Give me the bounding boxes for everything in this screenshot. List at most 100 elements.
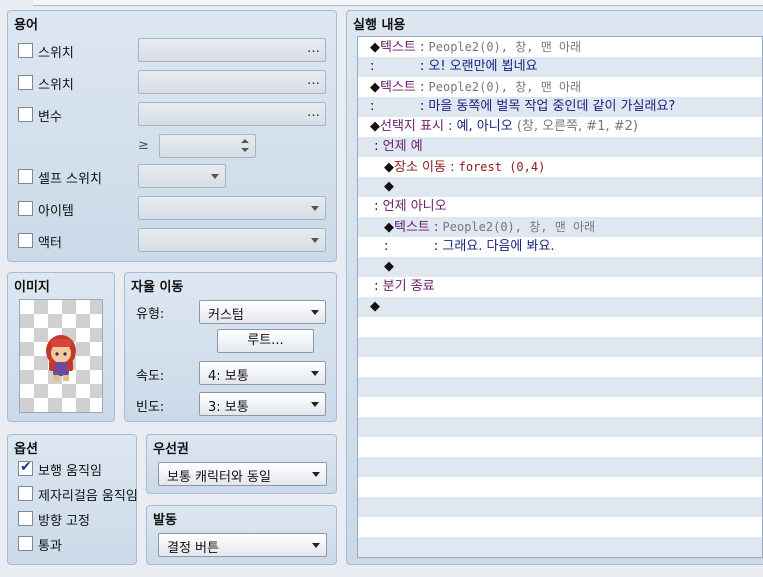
ellipsis-icon: …: [307, 41, 320, 56]
command-text-part: People2(0), 창, 맨 아래: [428, 40, 582, 54]
switch2-label: 스위치: [38, 78, 74, 93]
command-row[interactable]: [358, 417, 762, 437]
command-text-part: ◆: [384, 259, 394, 274]
command-row[interactable]: [358, 537, 762, 557]
variable-checkbox[interactable]: [18, 107, 33, 122]
command-text-part: 오! 오랜만에 뵙네요: [428, 59, 538, 74]
command-row[interactable]: [358, 317, 762, 337]
command-text-part: ◆: [370, 299, 380, 314]
command-row[interactable]: ◆텍스트 : People2(0), 창, 맨 아래: [358, 37, 762, 57]
command-row[interactable]: : 분기 종료: [358, 277, 762, 297]
spin-up-icon[interactable]: [241, 139, 249, 143]
command-text-part: 마을 동쪽에 벌목 작업 중인데 같이 가실래요?: [428, 99, 676, 114]
command-row[interactable]: [358, 377, 762, 397]
command-row[interactable]: ◆: [358, 297, 762, 317]
command-text-part: 예, 아니오: [456, 119, 513, 134]
command-text-part: 텍스트 :: [394, 220, 443, 235]
conditions-title: 용어: [14, 18, 38, 33]
command-row[interactable]: ◆텍스트 : People2(0), 창, 맨 아래: [358, 217, 762, 237]
movement-type-value: 커스텀: [208, 308, 244, 323]
command-row[interactable]: [358, 437, 762, 457]
event-command-list[interactable]: ◆텍스트 : People2(0), 창, 맨 아래: : 오! 오랜만에 뵙네…: [357, 36, 763, 558]
self-switch-checkbox[interactable]: [18, 169, 33, 184]
conditions-group: 용어 스위치 … 스위치 … 변수 … ≥ 셀프 스위치 아이템 액터: [7, 10, 337, 262]
options-title: 옵션: [14, 442, 38, 457]
command-text-part: 언제 아니오: [382, 199, 447, 214]
command-text-part: : :: [370, 99, 429, 114]
command-text-part: ◆: [384, 160, 394, 175]
command-text-part: 장소 이동 :: [394, 160, 459, 175]
command-row[interactable]: : : 오! 오랜만에 뵙네요: [358, 57, 762, 77]
command-row[interactable]: [358, 517, 762, 537]
priority-group: 우선권 보통 캐릭터와 동일: [146, 434, 337, 494]
contents-title: 실행 내용: [353, 18, 406, 33]
stepping-animation-checkbox[interactable]: [18, 486, 33, 501]
options-group: 옵션 ✔ 보행 움직임 제자리걸음 움직임 방향 고정 통과: [7, 434, 138, 565]
self-switch-dropdown[interactable]: [138, 164, 226, 188]
command-text-part: ◆: [370, 119, 380, 134]
self-switch-label: 셀프 스위치: [38, 172, 102, 187]
through-checkbox[interactable]: [18, 536, 33, 551]
item-checkbox[interactable]: [18, 201, 33, 216]
switch1-select-field[interactable]: …: [138, 38, 326, 62]
switch2-checkbox[interactable]: [18, 75, 33, 90]
walking-animation-label: 보행 움직임: [38, 464, 102, 479]
frequency-dropdown[interactable]: 3: 보통: [199, 392, 326, 416]
command-row[interactable]: [358, 337, 762, 357]
chevron-down-icon: [312, 472, 320, 477]
chevron-down-icon: [311, 238, 319, 243]
greater-equal-symbol: ≥: [138, 138, 149, 153]
command-row[interactable]: [358, 497, 762, 517]
command-row[interactable]: [358, 477, 762, 497]
command-row[interactable]: ◆장소 이동 : forest (0,4): [358, 157, 762, 177]
chevron-down-icon: [311, 371, 319, 376]
trigger-group: 발동 결정 버튼: [146, 505, 337, 565]
command-text-part: : :: [370, 59, 429, 74]
command-row[interactable]: [358, 457, 762, 477]
variable-select-field[interactable]: …: [138, 102, 326, 126]
item-dropdown[interactable]: [138, 196, 326, 220]
command-row[interactable]: ◆: [358, 257, 762, 277]
switch1-label: 스위치: [38, 46, 74, 61]
command-row[interactable]: [358, 397, 762, 417]
command-text-part: ◆: [384, 179, 394, 194]
command-text-part: 선택지 표시 :: [380, 119, 457, 134]
walking-animation-checkbox[interactable]: ✔: [18, 459, 33, 476]
direction-fix-checkbox[interactable]: [18, 511, 33, 526]
speed-value: 4: 보통: [208, 369, 249, 384]
autonomous-movement-title: 자율 이동: [131, 280, 184, 295]
movement-type-label: 유형:: [136, 307, 165, 322]
command-text-part: 언제 예: [382, 139, 423, 154]
character-image-preview[interactable]: [19, 299, 103, 413]
command-text-part: ◆: [370, 80, 380, 95]
item-label: 아이템: [38, 204, 74, 219]
actor-label: 액터: [38, 236, 62, 251]
command-text-part: :: [370, 139, 383, 154]
route-button[interactable]: 루트...: [217, 329, 314, 353]
command-row[interactable]: : 언제 아니오: [358, 197, 762, 217]
command-text-part: ◆: [370, 40, 380, 55]
command-row[interactable]: ◆텍스트 : People2(0), 창, 맨 아래: [358, 77, 762, 97]
command-row[interactable]: : 언제 예: [358, 137, 762, 157]
command-row[interactable]: : : 그래요. 다음에 봐요.: [358, 237, 762, 257]
switch2-select-field[interactable]: …: [138, 70, 326, 94]
frequency-label: 빈도:: [136, 400, 165, 415]
command-row[interactable]: [358, 357, 762, 377]
checkmark-icon: ✔: [20, 459, 32, 475]
command-text-part: forest (0,4): [458, 160, 546, 174]
switch1-checkbox[interactable]: [18, 43, 33, 58]
trigger-dropdown[interactable]: 결정 버튼: [158, 533, 327, 557]
variable-value-spinner[interactable]: [159, 134, 256, 158]
priority-title: 우선권: [153, 442, 189, 457]
command-text-part: :: [370, 199, 383, 214]
command-row[interactable]: ◆: [358, 177, 762, 197]
priority-dropdown[interactable]: 보통 캐릭터와 동일: [158, 462, 327, 486]
chevron-down-icon: [211, 174, 219, 179]
actor-dropdown[interactable]: [138, 228, 326, 252]
speed-dropdown[interactable]: 4: 보통: [199, 361, 326, 385]
actor-checkbox[interactable]: [18, 233, 33, 248]
movement-type-dropdown[interactable]: 커스텀: [199, 300, 326, 324]
command-row[interactable]: : : 마을 동쪽에 벌목 작업 중인데 같이 가실래요?: [358, 97, 762, 117]
command-row[interactable]: ◆선택지 표시 : 예, 아니오 (창, 오른쪽, #1, #2): [358, 117, 762, 137]
spin-down-icon[interactable]: [241, 148, 249, 152]
